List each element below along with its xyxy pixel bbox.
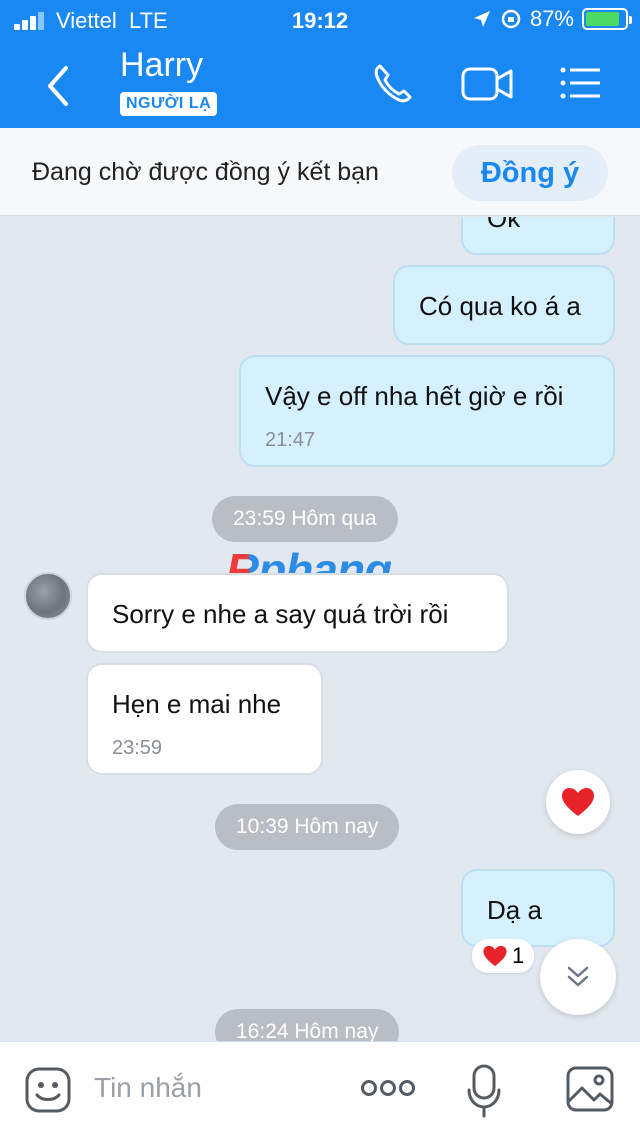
message-text: Vậy e off nha hết giờ e rồi [265, 381, 564, 411]
avatar[interactable] [24, 572, 72, 620]
message-bubble[interactable]: Dạ a [461, 869, 615, 947]
time-divider: 23:59 Hôm qua [212, 496, 398, 542]
sticker-icon[interactable] [24, 1066, 72, 1114]
status-bar: Viettel LTE 19:12 87% [0, 0, 640, 40]
message-bubble[interactable]: Hẹn e mai nhe 23:59 [86, 663, 323, 775]
time-divider: 10:39 Hôm nay [215, 804, 400, 850]
rotation-lock-icon [501, 9, 521, 29]
battery-percent: 87% [529, 6, 574, 31]
message-text: Có qua ko á a [419, 291, 581, 321]
accept-friend-button[interactable]: Đồng ý [452, 145, 608, 201]
heart-icon [562, 788, 594, 816]
back-icon[interactable] [34, 58, 84, 114]
message-input-bar: Tin nhắn [0, 1041, 640, 1136]
location-icon [473, 11, 490, 27]
chat-header: Viettel LTE 19:12 87% Harry NGƯỜI LẠ [0, 0, 640, 128]
message-time: 23:59 [112, 737, 163, 759]
battery-icon [582, 8, 632, 30]
message-text: Dạ a [487, 895, 542, 925]
image-icon[interactable] [566, 1066, 614, 1112]
react-button[interactable] [546, 770, 610, 834]
phone-icon[interactable] [366, 60, 420, 106]
message-bubble[interactable]: Có qua ko á a [393, 265, 615, 345]
video-call-icon[interactable] [460, 60, 514, 106]
chat-area[interactable]: Ok Có qua ko á a Vậy e off nha hết giờ e… [0, 217, 640, 1041]
friend-request-text: Đang chờ được đồng ý kết bạn [32, 158, 379, 186]
friend-request-bar: Đang chờ được đồng ý kết bạn Đồng ý [0, 128, 640, 216]
reaction-summary[interactable]: 1 [472, 939, 535, 973]
message-text: Ok [487, 217, 521, 233]
message-time: 21:47 [265, 429, 316, 451]
message-bubble[interactable]: Ok [461, 217, 615, 255]
more-icon[interactable] [360, 1078, 416, 1098]
message-text: Sorry e nhe a say quá trời rồi [112, 599, 449, 629]
message-bubble[interactable]: Vậy e off nha hết giờ e rồi 21:47 [239, 355, 615, 467]
heart-icon [483, 945, 507, 967]
message-bubble[interactable]: Sorry e nhe a say quá trời rồi [86, 573, 509, 653]
scroll-to-bottom-button[interactable] [540, 939, 616, 1015]
double-chevron-down-icon [567, 966, 589, 987]
stranger-badge: NGƯỜI LẠ [120, 92, 218, 116]
time-divider: 16:24 Hôm nay [215, 1009, 400, 1041]
message-input[interactable]: Tin nhắn [94, 1072, 202, 1104]
menu-icon[interactable] [554, 60, 608, 106]
microphone-icon[interactable] [466, 1064, 502, 1118]
message-text: Hẹn e mai nhe [112, 689, 282, 719]
contact-name[interactable]: Harry [120, 46, 203, 85]
reaction-count: 1 [512, 943, 525, 968]
